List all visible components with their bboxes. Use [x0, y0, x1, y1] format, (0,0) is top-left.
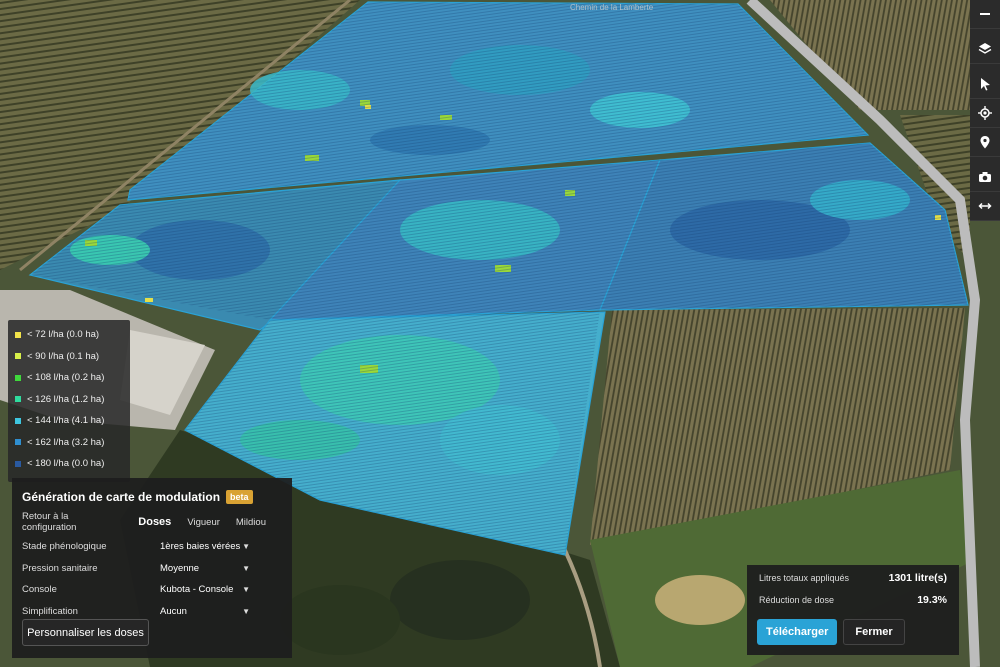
total-liters-value: 1301 litre(s) — [888, 572, 947, 584]
modulation-panel: Génération de carte de modulation beta R… — [12, 478, 292, 658]
legend-label: < 180 l/ha (0.0 ha) — [27, 458, 105, 470]
caret-down-icon: ▼ — [242, 606, 250, 616]
locate-icon — [978, 106, 992, 120]
close-button[interactable]: Fermer — [843, 619, 905, 645]
legend-label: < 126 l/ha (1.2 ha) — [27, 393, 105, 405]
zoom-out-button[interactable] — [970, 0, 1000, 29]
layers-icon — [978, 43, 992, 54]
legend-label: < 90 l/ha (0.1 ha) — [27, 350, 100, 362]
field-row-stade: Stade phénologique 1ères baies vérées ▼ — [12, 536, 292, 558]
dose-reduction-value: 19.3% — [917, 594, 947, 606]
legend-swatch — [15, 417, 21, 424]
legend-swatch — [15, 374, 21, 381]
select-tool-button[interactable] — [970, 70, 1000, 99]
field-label: Stade phénologique — [22, 541, 107, 553]
console-select[interactable]: Kubota - Console ▼ — [160, 584, 250, 595]
measure-icon — [978, 202, 992, 210]
dose-legend: < 72 l/ha (0.0 ha) < 90 l/ha (0.1 ha) < … — [8, 320, 130, 482]
legend-swatch — [15, 439, 21, 446]
back-to-config-link[interactable]: Retour à la configuration — [22, 511, 122, 533]
caret-down-icon: ▼ — [242, 563, 250, 573]
select-value: 1ères baies vérées — [160, 541, 241, 553]
summary-panel: Litres totaux appliqués 1301 litre(s) Ré… — [747, 565, 959, 655]
map-pin-icon — [980, 136, 990, 149]
legend-item: < 108 l/ha (0.2 ha) — [8, 367, 130, 389]
panel-title: Génération de carte de modulation — [22, 490, 221, 504]
marker-button[interactable] — [970, 128, 1000, 157]
tab-mildiou[interactable]: Mildiou — [236, 517, 266, 528]
map-toolbar — [970, 0, 1000, 221]
dose-reduction-label: Réduction de dose — [759, 595, 835, 605]
legend-item: < 162 l/ha (3.2 ha) — [8, 432, 130, 454]
field-label: Console — [22, 584, 57, 596]
field-label: Pression sanitaire — [22, 562, 98, 574]
legend-swatch — [15, 353, 21, 360]
pression-select[interactable]: Moyenne ▼ — [160, 563, 250, 574]
legend-item: < 144 l/ha (4.1 ha) — [8, 410, 130, 432]
tab-vigueur[interactable]: Vigueur — [187, 517, 220, 528]
select-value: Aucun — [160, 605, 187, 617]
select-value: Kubota - Console — [160, 584, 234, 596]
legend-item: < 90 l/ha (0.1 ha) — [8, 346, 130, 368]
field-row-pression: Pression sanitaire Moyenne ▼ — [12, 558, 292, 580]
legend-swatch — [15, 460, 21, 467]
beta-badge: beta — [226, 490, 253, 504]
caret-down-icon: ▼ — [242, 542, 250, 552]
download-button[interactable]: Télécharger — [757, 619, 838, 645]
legend-label: < 162 l/ha (3.2 ha) — [27, 436, 105, 448]
panel-header: Génération de carte de modulation beta — [12, 478, 292, 508]
measure-button[interactable] — [970, 192, 1000, 221]
legend-label: < 144 l/ha (4.1 ha) — [27, 415, 105, 427]
legend-label: < 108 l/ha (0.2 ha) — [27, 372, 105, 384]
summary-actions: Télécharger Fermer — [747, 611, 959, 645]
total-liters-label: Litres totaux appliqués — [759, 573, 850, 583]
field-label: Simplification — [22, 605, 78, 617]
layers-button[interactable] — [970, 35, 1000, 64]
legend-label: < 72 l/ha (0.0 ha) — [27, 329, 100, 341]
legend-item: < 72 l/ha (0.0 ha) — [8, 324, 130, 346]
cursor-icon — [981, 78, 990, 91]
legend-item: < 180 l/ha (0.0 ha) — [8, 453, 130, 475]
customize-doses-button[interactable]: Personnaliser les doses — [22, 619, 149, 646]
minus-icon — [980, 13, 990, 15]
locate-button[interactable] — [970, 99, 1000, 128]
legend-swatch — [15, 331, 21, 338]
road-label: Chemin de la Lamberte — [570, 3, 654, 12]
legend-item: < 126 l/ha (1.2 ha) — [8, 389, 130, 411]
field-row-console: Console Kubota - Console ▼ — [12, 579, 292, 601]
panel-tabs: Retour à la configuration Doses Vigueur … — [12, 508, 292, 533]
select-value: Moyenne — [160, 562, 200, 574]
screenshot-button[interactable] — [970, 163, 1000, 192]
legend-swatch — [15, 396, 21, 403]
dose-reduction-row: Réduction de dose 19.3% — [747, 589, 959, 611]
tab-doses[interactable]: Doses — [138, 516, 171, 528]
camera-icon — [979, 172, 991, 182]
simplification-select[interactable]: Aucun ▼ — [160, 606, 250, 617]
stade-select[interactable]: 1ères baies vérées ▼ — [160, 541, 250, 552]
caret-down-icon: ▼ — [242, 585, 250, 595]
total-liters-row: Litres totaux appliqués 1301 litre(s) — [747, 567, 959, 589]
